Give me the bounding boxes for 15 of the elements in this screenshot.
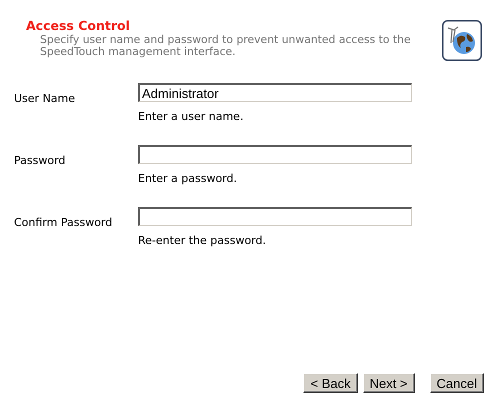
field-label: Password [14,153,66,169]
field-hint: Enter a password. [138,172,238,185]
wizard-button[interactable]: Cancel [430,373,484,393]
page-title: Access Control [26,18,131,33]
input-field[interactable] [138,207,412,226]
wizard-button[interactable]: < Back [303,373,358,393]
input-field[interactable] [138,145,412,164]
field-hint: Re-enter the password. [138,234,267,247]
field-label: Confirm Password [14,215,114,231]
field-label: User Name [14,91,76,107]
globe-icon [442,20,482,61]
wizard-button[interactable]: Next > [362,373,415,393]
page-description: Specify user name and password to prevent unwanted access to the SpeedTouch management interface. [39,34,412,58]
field-hint: Enter a user name. [138,110,244,123]
input-field[interactable]: Administrator [138,83,412,102]
